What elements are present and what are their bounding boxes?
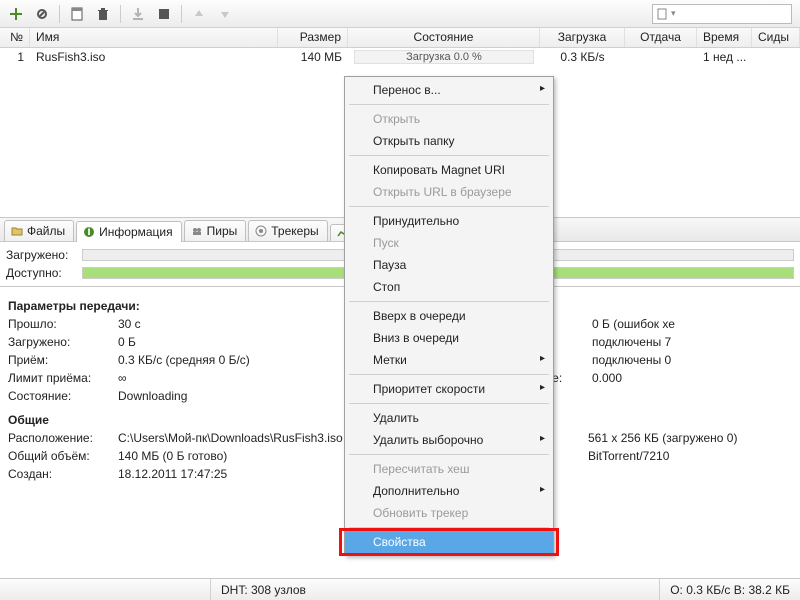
val-total: 140 МБ (0 Б готово) (118, 449, 318, 467)
torrent-list-header: № Имя Размер Состояние Загрузка Отдача В… (0, 28, 800, 48)
col-ul[interactable]: Отдача (625, 28, 697, 47)
peers-icon (191, 225, 203, 237)
val-lost: 0 Б (ошибок хе (592, 317, 792, 335)
lbl-loc: Расположение: (8, 431, 118, 449)
val-pieces: 561 x 256 КБ (загружено 0) (588, 431, 737, 449)
remove-button[interactable] (91, 2, 115, 26)
folder-icon (11, 225, 23, 237)
cell-time: 1 нед ... (697, 49, 752, 65)
cell-name: RusFish3.iso (30, 49, 278, 65)
val-limit: ∞ (118, 371, 318, 389)
mi-queue-down[interactable]: Вниз в очереди (345, 327, 553, 349)
queue-down-button (213, 2, 237, 26)
create-button[interactable] (65, 2, 89, 26)
val-elapsed: 30 с (118, 317, 318, 335)
tab-peers[interactable]: Пиры (184, 220, 247, 241)
label-avail: Доступно: (6, 266, 76, 280)
mi-stop[interactable]: Стоп (345, 276, 553, 298)
search-box[interactable]: ▾ (652, 4, 792, 24)
mi-prio[interactable]: Приоритет скорости (345, 378, 553, 400)
mi-open-url: Открыть URL в браузере (345, 181, 553, 203)
mi-update-tracker: Обновить трекер (345, 502, 553, 524)
mi-start: Пуск (345, 232, 553, 254)
label-loaded: Загружено: (6, 248, 76, 262)
cell-size: 140 МБ (278, 49, 348, 65)
col-size[interactable]: Размер (278, 28, 348, 47)
col-num[interactable]: № (0, 28, 30, 47)
val-state: Downloading (118, 389, 318, 407)
col-seed[interactable]: Сиды (752, 28, 800, 47)
mi-delete-sel[interactable]: Удалить выборочно (345, 429, 553, 451)
trackers-icon (255, 225, 267, 237)
mi-open-folder[interactable]: Открыть папку (345, 130, 553, 152)
mi-extra[interactable]: Дополнительно (345, 480, 553, 502)
status-dht: DHT: 308 узлов (210, 579, 316, 600)
tab-info[interactable]: i Информация (76, 221, 181, 242)
col-state[interactable]: Состояние (348, 28, 540, 47)
mi-force[interactable]: Принудительно (345, 210, 553, 232)
tab-files[interactable]: Файлы (4, 220, 74, 241)
val-ratio: 0.000 (592, 371, 792, 389)
col-name[interactable]: Имя (30, 28, 278, 47)
lbl-state: Состояние: (8, 389, 118, 407)
mi-pause[interactable]: Пауза (345, 254, 553, 276)
lbl-recv: Приём: (8, 353, 118, 371)
mi-labels[interactable]: Метки (345, 349, 553, 371)
add-torrent-button[interactable] (4, 2, 28, 26)
start-button (126, 2, 150, 26)
mi-queue-up[interactable]: Вверх в очереди (345, 305, 553, 327)
mi-properties[interactable]: Свойства (345, 531, 553, 553)
lbl-elapsed: Прошло: (8, 317, 118, 335)
lbl-created: Создан: (8, 467, 118, 485)
stop-button[interactable] (152, 2, 176, 26)
cell-state: Загрузка 0.0 % (348, 49, 540, 65)
mi-copy-magnet[interactable]: Копировать Magnet URI (345, 159, 553, 181)
lbl-downloaded: Загружено: (8, 335, 118, 353)
cell-dl: 0.3 КБ/s (540, 49, 625, 65)
cell-ul (625, 56, 697, 58)
lbl-total: Общий объём: (8, 449, 118, 467)
lbl-limit: Лимит приёма: (8, 371, 118, 389)
tab-trackers[interactable]: Трекеры (248, 220, 327, 241)
mi-open: Открыть (345, 108, 553, 130)
val-recv: 0.3 КБ/с (средняя 0 Б/с) (118, 353, 318, 371)
mi-delete[interactable]: Удалить (345, 407, 553, 429)
context-menu: Перенос в... Открыть Открыть папку Копир… (344, 76, 554, 556)
statusbar: DHT: 308 узлов О: 0.3 КБ/с В: 38.2 КБ (0, 578, 800, 600)
mi-move-to[interactable]: Перенос в... (345, 79, 553, 101)
svg-text:i: i (87, 226, 90, 238)
val-peers: подключены 0 (592, 353, 792, 371)
status-speed: О: 0.3 КБ/с В: 38.2 КБ (659, 579, 800, 600)
col-time[interactable]: Время (697, 28, 752, 47)
col-dl[interactable]: Загрузка (540, 28, 625, 47)
info-icon: i (83, 226, 95, 238)
cell-num: 1 (0, 49, 30, 65)
mi-rehash: Пересчитать хеш (345, 458, 553, 480)
queue-up-button (187, 2, 211, 26)
torrent-row[interactable]: 1 RusFish3.iso 140 МБ Загрузка 0.0 % 0.3… (0, 48, 800, 66)
search-page-icon (657, 8, 669, 20)
search-dropdown-icon: ▾ (671, 8, 676, 19)
val-client: BitTorrent/7210 (588, 449, 669, 467)
toolbar: ▾ (0, 0, 800, 28)
val-created: 18.12.2011 17:47:25 (118, 467, 318, 485)
val-downloaded: 0 Б (118, 335, 318, 353)
val-seeds: подключены 7 (592, 335, 792, 353)
add-url-button[interactable] (30, 2, 54, 26)
